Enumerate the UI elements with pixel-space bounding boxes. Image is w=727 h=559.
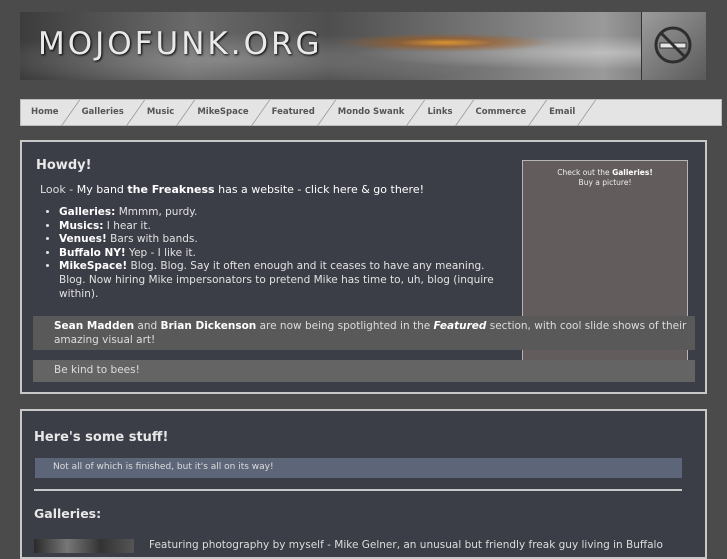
intro-panel: Howdy! Look - My band the Freakness has … [20,140,707,394]
band-promo-text-end[interactable]: has a website - click here & go there! [215,183,424,196]
artist-name-1[interactable]: Sean Madden [54,320,134,332]
buy-picture-link[interactable]: Buy a picture! [579,178,632,187]
stuff-heading: Here's some stuff! [34,430,169,445]
nav-home[interactable]: Home [31,99,59,126]
feature-text: Bars with bands. [106,233,198,246]
band-promo-text: My band [76,183,128,196]
nav-separator [527,99,548,126]
nav-galleries[interactable]: Galleries [82,99,124,126]
site-title[interactable]: MOJOFUNK.ORG [38,26,323,62]
feature-label-buffalo[interactable]: Buffalo NY! [59,247,126,259]
nav-separator [60,99,80,126]
featured-section-link[interactable]: Featured [434,320,487,332]
feature-text: Yep - I like it. [125,246,196,259]
feature-text: Mmmm, purdy. [115,206,198,218]
nav-separator [125,99,145,126]
main-nav: Home Galleries Music MikeSpace Featured … [20,99,722,126]
spotlight-banner: Sean Madden and Brian Dickenson are now … [33,316,695,350]
feature-label-mikespace[interactable]: MikeSpace! [59,260,127,272]
spotlight-and: and [134,320,161,332]
band-name[interactable]: the Freakness [127,183,214,196]
list-item: Buffalo NY! Yep - I like it. [59,247,505,261]
no-smoking-logo [641,12,706,80]
galleries-heading[interactable]: Galleries: [34,506,101,521]
list-item: Galleries: Mmmm, purdy. [59,206,505,220]
nav-separator [316,99,336,126]
galleries-description: Featuring photography by myself - Mike G… [149,539,663,551]
feature-label-musics[interactable]: Musics: [59,220,103,232]
bees-banner: Be kind to bees! [33,360,695,382]
intro-heading: Howdy! [36,158,92,173]
nav-separator [454,99,474,126]
nav-mikespace[interactable]: MikeSpace [197,99,248,126]
nav-links[interactable]: Links [427,99,452,126]
gallery-promo-prefix: Check out the [557,168,613,177]
band-promo[interactable]: Look - My band the Freakness has a websi… [40,183,424,196]
nav-mondo-swank[interactable]: Mondo Swank [338,99,405,126]
nav-featured[interactable]: Featured [272,99,315,126]
site-banner: MOJOFUNK.ORG [20,12,706,80]
list-item: MikeSpace! Blog. Blog. Say it often enou… [59,260,505,301]
feature-label-venues[interactable]: Venues! [59,233,107,245]
feature-list: Galleries: Mmmm, purdy. Musics: I hear i… [59,206,505,301]
nav-separator [176,99,196,126]
nav-email[interactable]: Email [549,99,575,126]
section-divider [34,489,682,491]
feature-label-galleries[interactable]: Galleries: [59,206,115,218]
no-smoking-icon [654,26,692,64]
feature-text: I hear it. [103,219,151,232]
spotlight-mid: are now being spotlighted in the [256,320,434,332]
nav-separator [406,99,426,126]
stuff-note: Not all of which is finished, but it's a… [35,458,682,478]
list-item: Musics: I hear it. [59,220,505,234]
nav-separator [577,99,597,126]
gallery-thumbnail[interactable] [34,539,134,553]
list-item: Venues! Bars with bands. [59,233,505,247]
nav-commerce[interactable]: Commerce [476,99,527,126]
nav-separator [250,99,270,126]
gallery-promo-link[interactable]: Galleries! [612,168,653,177]
band-promo-prefix: Look - [40,183,77,196]
artist-name-2[interactable]: Brian Dickenson [161,320,257,332]
stuff-panel: Here's some stuff! Not all of which is f… [20,409,707,559]
nav-music[interactable]: Music [147,99,175,126]
